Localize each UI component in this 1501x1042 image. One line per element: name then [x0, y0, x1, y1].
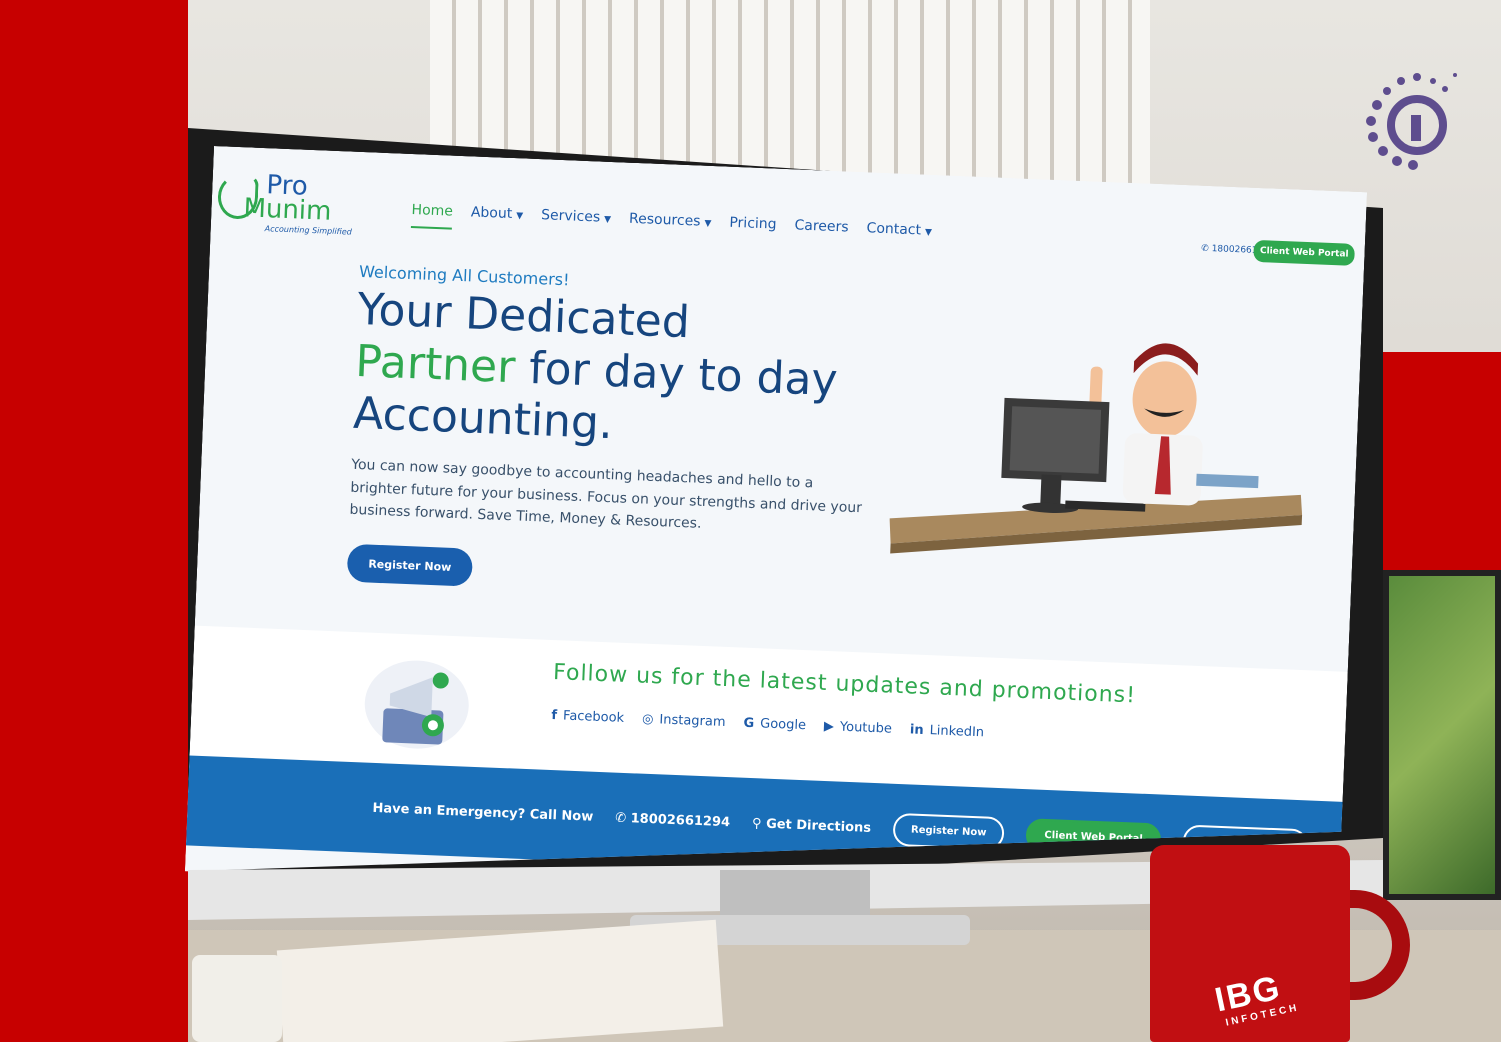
google-label: Google: [759, 716, 807, 734]
chevron-down-icon: ▼: [704, 218, 712, 230]
chevron-down-icon: ▼: [924, 227, 933, 238]
location-pin-icon: ⚲: [751, 815, 767, 832]
nav-contact[interactable]: Contact ▼: [866, 220, 932, 249]
linkedin-label: LinkedIn: [929, 723, 985, 741]
nav-resources-label: Resources: [628, 210, 701, 230]
promunim-logo[interactable]: Pro Munim Accounting Simplified: [219, 168, 355, 236]
hero-paragraph: You can now say goodbye to accounting he…: [349, 456, 863, 533]
headline-green: Partner: [354, 335, 517, 394]
directions-label: Get Directions: [765, 816, 872, 836]
left-red-strip: [0, 0, 188, 1042]
facebook-icon: f: [551, 708, 558, 724]
laptop-screen: [1383, 570, 1501, 900]
nav-about[interactable]: About ▼: [470, 204, 523, 232]
social-youtube[interactable]: ▶ Youtube: [824, 719, 893, 737]
register-now-button[interactable]: Register Now: [347, 544, 473, 587]
facebook-label: Facebook: [562, 708, 625, 726]
megaphone-icon: [360, 652, 474, 751]
linkedin-icon: in: [909, 722, 924, 738]
nav-services[interactable]: Services ▼: [540, 207, 611, 236]
google-icon: G: [743, 715, 755, 732]
nav-careers[interactable]: Careers: [794, 217, 849, 245]
jar: [192, 955, 282, 1042]
get-directions-link[interactable]: ⚲ Get Directions: [752, 816, 872, 836]
footer-phone[interactable]: ✆ 18002661294: [615, 810, 730, 830]
nav-resources[interactable]: Resources ▼: [628, 211, 711, 240]
nav-home[interactable]: Home: [411, 202, 453, 230]
website-screen: Pro Munim Accounting Simplified Home Abo…: [185, 146, 1367, 918]
accountant-illustration: [888, 304, 1318, 581]
chevron-down-icon: ▼: [603, 214, 612, 225]
hero-headline: Your Dedicated Partner for day to day Acc…: [352, 284, 878, 460]
logo-munim-text: Munim: [242, 193, 333, 227]
youtube-label: Youtube: [839, 719, 893, 737]
chevron-down-icon: ▼: [515, 211, 524, 222]
main-nav: Home About ▼ Services ▼ Resources ▼ Pricing…: [411, 202, 932, 249]
youtube-icon: ▶: [823, 718, 835, 735]
nav-pricing-label: Pricing: [729, 214, 777, 233]
instagram-icon: ◎: [641, 711, 654, 728]
ibg-logo-icon: [1366, 73, 1457, 170]
nav-home-label: Home: [411, 201, 454, 220]
nav-contact-label: Contact: [866, 220, 922, 239]
emergency-text: Have an Emergency? Call Now: [372, 800, 594, 825]
nav-about-label: About: [470, 204, 513, 223]
social-facebook[interactable]: f Facebook: [551, 708, 624, 726]
social-linkedin[interactable]: in LinkedIn: [910, 722, 985, 740]
client-portal-button[interactable]: Client Web Portal: [1254, 240, 1355, 266]
nav-careers-label: Careers: [794, 217, 849, 236]
red-wall-panel: [1380, 352, 1501, 587]
instagram-label: Instagram: [659, 712, 726, 730]
nav-pricing[interactable]: Pricing: [729, 215, 777, 243]
footer-phone-number: 18002661294: [630, 810, 731, 830]
nav-services-label: Services: [540, 207, 601, 226]
phone-icon: ✆: [614, 810, 631, 826]
phone-icon: ✆: [1201, 243, 1212, 255]
social-google[interactable]: G Google: [743, 716, 806, 733]
